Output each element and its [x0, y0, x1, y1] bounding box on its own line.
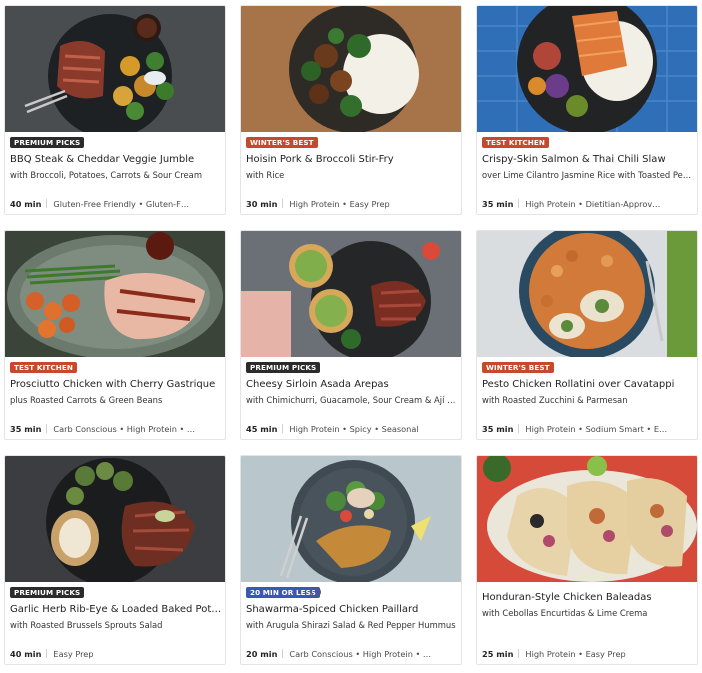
cook-time: 45 min: [246, 424, 278, 434]
cook-time: 35 min: [482, 424, 514, 434]
cook-time: 35 min: [10, 424, 42, 434]
salmon-bowl-photo[interactable]: [477, 6, 697, 132]
recipe-meta: 40 min Easy Prep: [10, 649, 222, 660]
divider: [46, 649, 48, 658]
recipe-subtitle: over Lime Cilantro Jasmine Rice with Toa…: [482, 170, 694, 180]
recipe-tags: High Protein • Easy Prep: [289, 199, 390, 209]
recipe-subtitle: with Arugula Shirazi Salad & Red Pepper …: [246, 620, 456, 630]
badge-premium-picks: PREMIUM PICKS: [246, 362, 321, 373]
info-icon[interactable]: i: [311, 587, 321, 597]
recipe-title[interactable]: Honduran-Style Chicken Baleadas: [482, 591, 694, 605]
recipe-meta: 35 min High Protein • Sodium Smart • E…: [482, 424, 694, 435]
recipe-title[interactable]: Pesto Chicken Rollatini over Cavatappi: [482, 378, 694, 392]
recipe-title[interactable]: Shawarma-Spiced Chicken Paillard: [246, 603, 458, 617]
badge-test-kitchen: TEST KITCHEN: [10, 362, 77, 373]
divider: [282, 649, 284, 658]
steak-veggie-photo[interactable]: [5, 6, 225, 132]
chicken-carrots-photo[interactable]: [5, 231, 225, 357]
recipe-meta: 20 min Carb Conscious • High Protein • …: [246, 649, 458, 660]
recipe-subtitle: with Rice: [246, 170, 285, 180]
recipe-meta: 45 min High Protein • Spicy • Seasonal: [246, 424, 458, 435]
recipe-subtitle: with Cebollas Encurtidas & Lime Crema: [482, 608, 648, 618]
recipe-tags: Carb Conscious • High Protein • …: [289, 649, 432, 659]
cook-time: 20 min: [246, 649, 278, 659]
cook-time: 35 min: [482, 199, 514, 209]
recipe-tags: High Protein • Easy Prep: [525, 649, 626, 659]
recipe-subtitle: with Roasted Brussels Sprouts Salad: [10, 620, 163, 630]
badge-20-min-or-less: 20 MIN OR LESS: [246, 587, 320, 598]
cook-time: 40 min: [10, 199, 42, 209]
badge-premium-picks: PREMIUM PICKS: [10, 587, 85, 598]
recipe-card[interactable]: WINTER'S BEST Hoisin Pork & Broccoli Sti…: [240, 5, 462, 215]
recipe-meta: 35 min Carb Conscious • High Protein • …: [10, 424, 222, 435]
divider: [518, 649, 520, 658]
recipe-card[interactable]: PREMIUM PICKS Cheesy Sirloin Asada Arepa…: [240, 230, 462, 440]
recipe-meta: 30 min High Protein • Easy Prep: [246, 199, 458, 210]
recipe-card[interactable]: TEST KITCHEN Crispy-Skin Salmon & Thai C…: [476, 5, 698, 215]
badge-winters-best: WINTER'S BEST: [482, 362, 554, 373]
recipe-tags: Carb Conscious • High Protein • …: [53, 424, 196, 434]
divider: [518, 199, 520, 208]
recipe-meta: 25 min High Protein • Easy Prep: [482, 649, 694, 660]
divider: [518, 424, 520, 433]
recipe-subtitle: with Chimichurri, Guacamole, Sour Cream …: [246, 395, 458, 405]
recipe-title[interactable]: Hoisin Pork & Broccoli Stir-Fry: [246, 153, 458, 167]
cook-time: 30 min: [246, 199, 278, 209]
recipe-tags: Easy Prep: [53, 649, 94, 659]
recipe-tags: High Protein • Dietitian-Approv…: [525, 199, 661, 209]
recipe-title[interactable]: Crispy-Skin Salmon & Thai Chili Slaw: [482, 153, 694, 167]
cook-time: 40 min: [10, 649, 42, 659]
recipe-tags: High Protein • Spicy • Seasonal: [289, 424, 419, 434]
recipe-title[interactable]: BBQ Steak & Cheddar Veggie Jumble: [10, 153, 222, 167]
recipe-card[interactable]: Honduran-Style Chicken Baleadas with Ceb…: [476, 455, 698, 665]
badge-premium-picks: PREMIUM PICKS: [10, 137, 85, 148]
ribeye-photo[interactable]: [5, 456, 225, 582]
recipe-subtitle: plus Roasted Carrots & Green Beans: [10, 395, 163, 405]
divider: [282, 199, 284, 208]
pasta-photo[interactable]: [477, 231, 697, 357]
recipe-card[interactable]: WINTER'S BEST Pesto Chicken Rollatini ov…: [476, 230, 698, 440]
arepas-photo[interactable]: [241, 231, 461, 357]
recipe-title[interactable]: Garlic Herb Rib-Eye & Loaded Baked Potat…: [10, 603, 222, 617]
recipe-tags: High Protein • Sodium Smart • E…: [525, 424, 668, 434]
recipe-card[interactable]: PREMIUM PICKS Garlic Herb Rib-Eye & Load…: [4, 455, 226, 665]
recipe-title[interactable]: Cheesy Sirloin Asada Arepas: [246, 378, 458, 392]
divider: [46, 424, 48, 433]
recipe-card[interactable]: 20 MIN OR LESS i Shawarma-Spiced Chicken…: [240, 455, 462, 665]
recipe-tags: Gluten-Free Friendly • Gluten-F…: [53, 199, 190, 209]
recipe-card[interactable]: PREMIUM PICKS BBQ Steak & Cheddar Veggie…: [4, 5, 226, 215]
recipe-card[interactable]: TEST KITCHEN Prosciutto Chicken with Che…: [4, 230, 226, 440]
recipe-meta: 35 min High Protein • Dietitian-Approv…: [482, 199, 694, 210]
badge-test-kitchen: TEST KITCHEN: [482, 137, 549, 148]
recipe-meta: 40 min Gluten-Free Friendly • Gluten-F…: [10, 199, 222, 210]
recipe-title[interactable]: Prosciutto Chicken with Cherry Gastrique: [10, 378, 222, 392]
pork-stirfry-photo[interactable]: [241, 6, 461, 132]
paillard-photo[interactable]: [241, 456, 461, 582]
recipe-subtitle: with Broccoli, Potatoes, Carrots & Sour …: [10, 170, 202, 180]
divider: [282, 424, 284, 433]
baleadas-photo[interactable]: [477, 456, 697, 582]
badge-winters-best: WINTER'S BEST: [246, 137, 318, 148]
recipe-subtitle: with Roasted Zucchini & Parmesan: [482, 395, 628, 405]
divider: [46, 199, 48, 208]
cook-time: 25 min: [482, 649, 514, 659]
